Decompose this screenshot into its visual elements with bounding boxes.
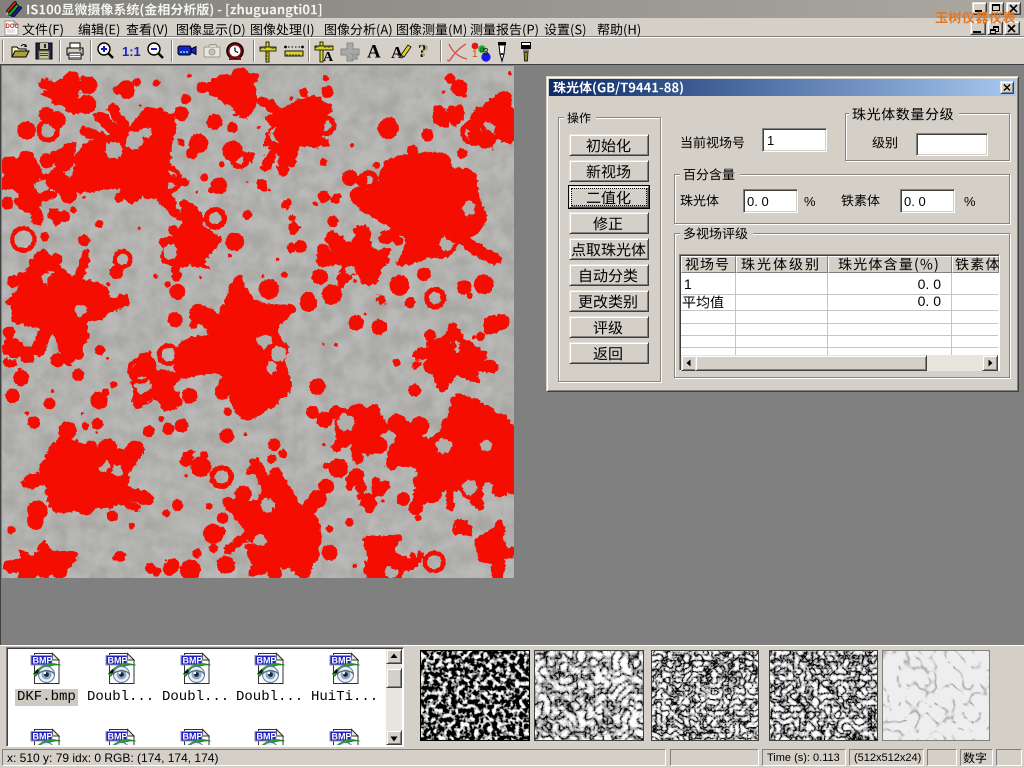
svg-text:3: 3 [483, 47, 489, 58]
svg-text:DOC: DOC [6, 24, 20, 30]
svg-text:A: A [367, 42, 381, 62]
svg-text:?: ? [420, 41, 429, 60]
svg-text:A: A [391, 43, 404, 61]
svg-text:A: A [323, 50, 334, 63]
svg-text:1: 1 [472, 49, 478, 60]
svg-text:1:1: 1:1 [122, 44, 141, 59]
